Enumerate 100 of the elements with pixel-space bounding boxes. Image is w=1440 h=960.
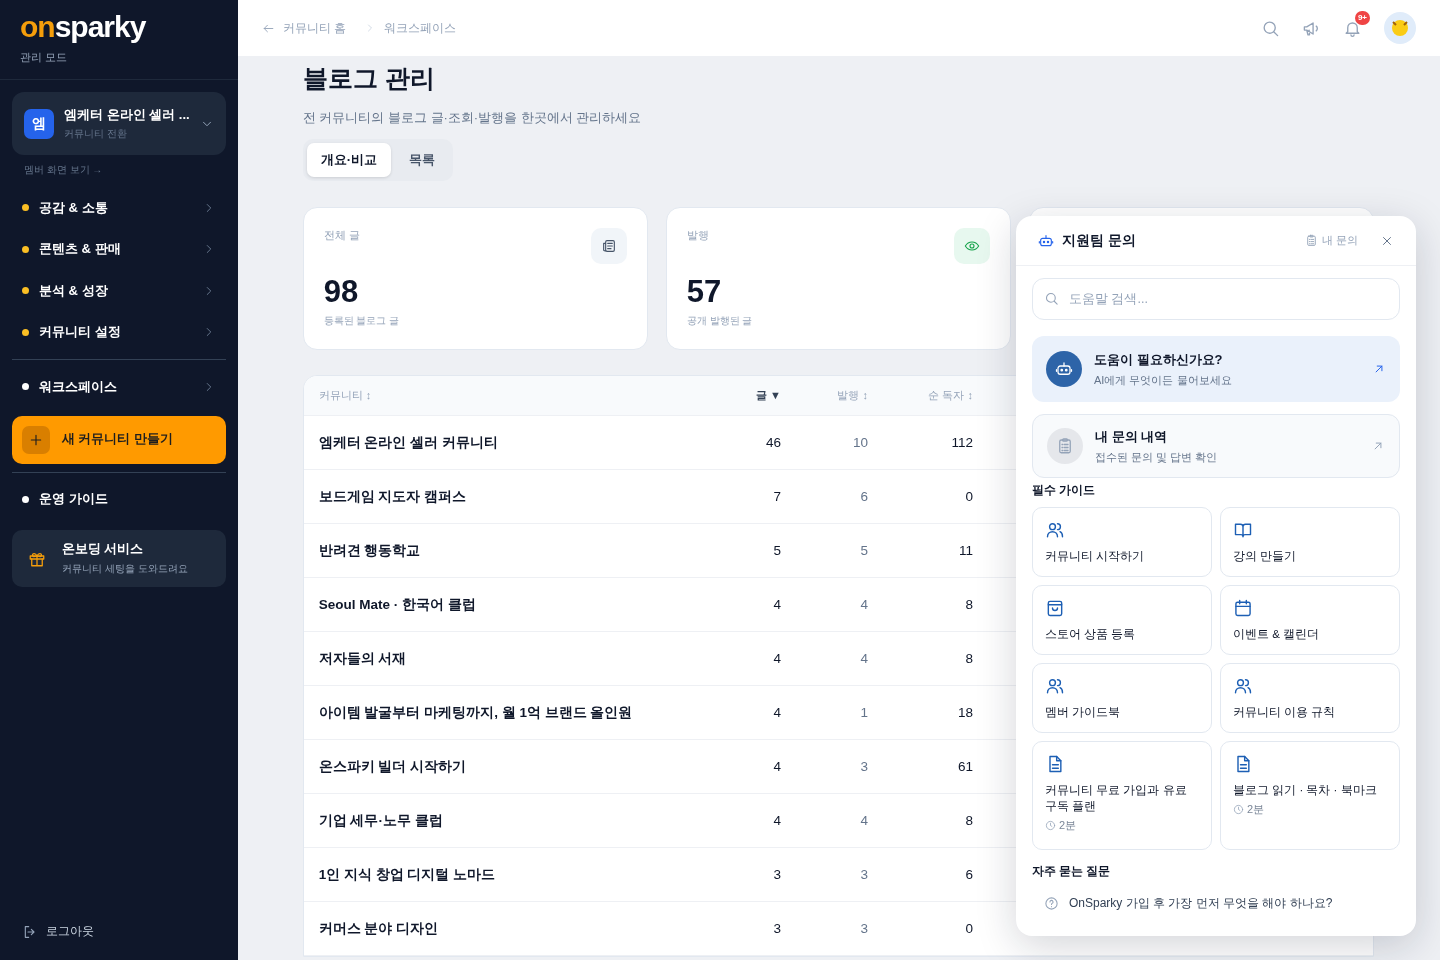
table-cell-text: 5 xyxy=(772,543,781,558)
table-cell-text: 4 xyxy=(772,813,781,828)
guide-card[interactable]: 스토어 상품 등록 xyxy=(1032,585,1212,655)
sidebar-item[interactable]: 커뮤니티 설정 xyxy=(12,311,226,353)
guide-card[interactable]: 커뮤니티 무료 가입과 유료 구독 플랜 2분 xyxy=(1032,741,1212,850)
card-subtitle: AI에게 무엇이든 물어보세요 xyxy=(1094,372,1233,388)
table-cell-text: 0 xyxy=(964,921,973,936)
table-cell-text: 4 xyxy=(772,705,781,720)
onboarding-title: 온보딩 서비스 xyxy=(62,541,145,558)
guide-card[interactable]: 커뮤니티 시작하기 xyxy=(1032,507,1212,577)
help-icon xyxy=(1044,896,1059,911)
guide-title: 스토어 상품 등록 xyxy=(1045,627,1137,642)
clock-icon xyxy=(1233,804,1244,815)
guide-title: 이벤트 & 캘린더 xyxy=(1233,627,1321,642)
guide-title: 커뮤니티 시작하기 xyxy=(1045,549,1146,564)
sidebar-item[interactable]: 워크스페이스 xyxy=(12,366,226,408)
table-cell-text: 5 xyxy=(859,543,868,558)
create-community-button[interactable]: 새 커뮤니티 만들기 xyxy=(12,415,226,464)
table-cell-text: 기업 세무·노무 클럽 xyxy=(318,811,444,830)
table-cell-text: 4 xyxy=(859,651,868,666)
clipboard-icon xyxy=(1056,437,1074,455)
table-cell-text: 112 xyxy=(950,435,973,450)
newspaper-icon xyxy=(600,238,617,254)
guide-title: 블로그 읽기 · 목차 · 북마크 xyxy=(1233,783,1378,798)
page-subtitle: 전 커뮤니티의 블로그 글·조회·발행을 한곳에서 관리하세요 xyxy=(302,109,642,127)
guide-card[interactable]: 강의 만들기 xyxy=(1220,507,1400,577)
switcher-caption: 커뮤니티 전환 xyxy=(64,127,128,141)
section-heading: 자주 묻는 질문 xyxy=(1032,864,1112,879)
onboarding-card[interactable]: 온보딩 서비스 커뮤니티 세팅을 도와드려요 xyxy=(12,530,226,587)
stat-value: 98 xyxy=(323,274,359,310)
sidebar-item[interactable]: 분석 & 성장 xyxy=(12,270,226,312)
book-icon xyxy=(1233,520,1253,540)
table-cell-text: 46 xyxy=(764,435,781,450)
ai-help-card[interactable]: 도움이 필요하신가요? AI에게 무엇이든 물어보세요 xyxy=(1032,336,1400,402)
people-icon xyxy=(1233,676,1253,696)
clipboard-icon xyxy=(1305,234,1319,247)
table-cell-text: 8 xyxy=(964,651,973,666)
guide-title: 커뮤니티 이용 규칙 xyxy=(1233,705,1337,720)
table-cell-text: 3 xyxy=(859,759,868,774)
table-cell-text: 61 xyxy=(956,759,973,774)
faq-item[interactable]: OnSparky 가입 후 가장 먼저 무엇을 해야 하나요? xyxy=(1032,887,1400,920)
notification-badge: 9+ xyxy=(1354,10,1370,25)
guide-card[interactable]: 커뮤니티 이용 규칙 xyxy=(1220,663,1400,733)
column-header[interactable]: 글 ▼ xyxy=(701,388,781,403)
clock-icon xyxy=(1045,820,1056,831)
inquiry-history-card[interactable]: 내 문의 내역 접수된 문의 및 답변 확인 xyxy=(1032,414,1400,478)
table-cell-text: 8 xyxy=(964,597,973,612)
robot-icon xyxy=(1038,232,1054,249)
tab[interactable]: 개요·비교 xyxy=(306,143,391,177)
community-avatar: 엠 xyxy=(24,108,54,139)
table-cell-text: 온스파키 빌더 시작하기 xyxy=(318,757,468,776)
sidebar-item[interactable]: 운영 가이드 xyxy=(12,478,226,520)
stat-label: 발행 xyxy=(686,228,709,243)
table-cell-text: 4 xyxy=(859,597,868,612)
table-cell-text: 엠케터 온라인 셀러 커뮤니티 xyxy=(318,433,499,452)
guide-title: 커뮤니티 무료 가입과 유료 구독 플랜 xyxy=(1045,783,1188,814)
panel-title: 지원팀 문의 xyxy=(1062,231,1137,250)
sidebar-item[interactable]: 콘텐츠 & 판매 xyxy=(12,228,226,270)
guide-title: 멤버 가이드북 xyxy=(1045,705,1122,720)
community-switcher[interactable]: 엠 엠케터 온라인 셀러 ... 커뮤니티 전환 xyxy=(12,92,226,155)
help-search-field[interactable]: 도움말 검색... xyxy=(1032,278,1400,320)
read-time: 2분 xyxy=(1059,818,1077,833)
section-heading: 필수 가이드 xyxy=(1032,483,1097,498)
table-cell-text: 4 xyxy=(772,759,781,774)
search-icon xyxy=(1044,291,1059,306)
robot-icon xyxy=(1055,360,1073,378)
mode-label: 관리 모드 xyxy=(20,50,68,65)
table-cell-text: 10 xyxy=(851,435,868,450)
table-cell-text: 0 xyxy=(964,489,973,504)
guide-card[interactable]: 멤버 가이드북 xyxy=(1032,663,1212,733)
logo[interactable]: onsparky xyxy=(20,10,146,44)
guide-card[interactable]: 블로그 읽기 · 목차 · 북마크 2분 xyxy=(1220,741,1400,850)
table-cell-text: 반려견 행동학교 xyxy=(318,541,422,560)
table-cell-text: 3 xyxy=(772,867,781,882)
table-cell-text: 아이템 발굴부터 마케팅까지, 월 1억 브랜드 올인원 xyxy=(318,703,634,722)
guide-card[interactable]: 이벤트 & 캘린더 xyxy=(1220,585,1400,655)
user-avatar[interactable] xyxy=(1384,12,1416,44)
sidebar-item[interactable]: 공감 & 소통 xyxy=(12,187,226,229)
logout-link[interactable]: 로그아웃 xyxy=(0,923,116,960)
table-cell-text: 보드게임 지도자 캠퍼스 xyxy=(318,487,468,506)
table-cell-text: 18 xyxy=(956,705,973,720)
stat-caption: 등록된 블로그 글 xyxy=(323,314,400,328)
onboarding-subtitle: 커뮤니티 세팅을 도와드려요 xyxy=(62,562,188,576)
page-title: 블로그 관리 xyxy=(302,63,435,94)
stat-label: 전체 글 xyxy=(323,228,360,243)
table-cell-text: 6 xyxy=(964,867,973,882)
table-cell-text: 커머스 분야 디자인 xyxy=(318,919,440,938)
table-cell-text: 3 xyxy=(772,921,781,936)
table-cell-text: Seoul Mate · 한국어 클럽 xyxy=(318,595,477,614)
people-icon xyxy=(1045,520,1065,540)
card-title: 도움이 필요하신가요? xyxy=(1094,350,1224,369)
eye-icon xyxy=(963,238,980,254)
member-view-link[interactable]: 멤버 화면 보기 → xyxy=(24,163,103,177)
table-cell-text: 1인 지식 창업 디지털 노마드 xyxy=(318,865,497,884)
table-cell-text: 8 xyxy=(964,813,973,828)
people-icon xyxy=(1045,676,1065,696)
table-cell-text: 4 xyxy=(772,597,781,612)
table-cell-text: 7 xyxy=(772,489,781,504)
tab[interactable]: 목록 xyxy=(395,143,449,177)
read-time: 2분 xyxy=(1247,802,1265,817)
